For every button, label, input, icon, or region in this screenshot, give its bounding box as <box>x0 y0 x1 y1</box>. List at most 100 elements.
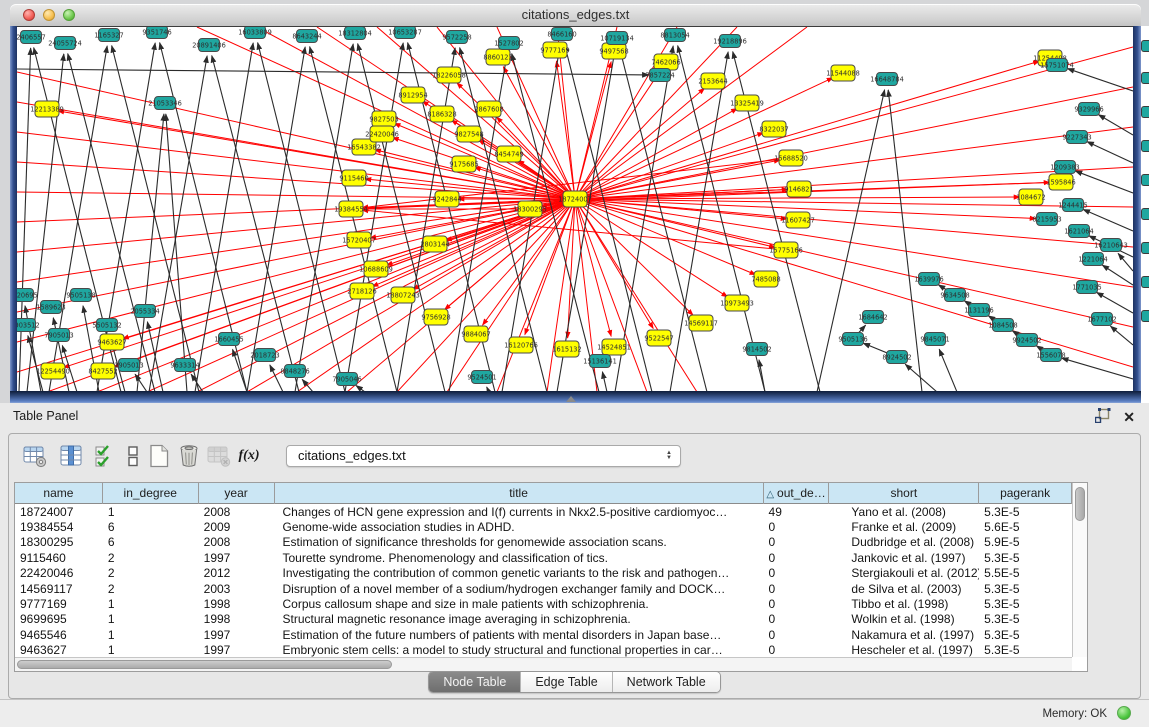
graph-node[interactable]: 9524501 <box>467 371 496 384</box>
graph-node[interactable]: 9329966 <box>1074 103 1103 116</box>
tab-network-table[interactable]: Network Table <box>612 672 720 692</box>
vertical-scrollbar-thumb[interactable] <box>1075 487 1085 521</box>
graph-node[interactable]: 8215953 <box>1032 213 1061 226</box>
graph-node[interactable]: 9572258 <box>442 31 471 44</box>
graph-node[interactable]: 2903512 <box>17 319 40 332</box>
graph-node[interactable]: 9777169 <box>540 42 569 58</box>
graph-node[interactable]: 8186328 <box>427 106 456 122</box>
table-row[interactable]: 1830029562008Estimation of significance … <box>15 535 1072 550</box>
graph-node[interactable]: 10688609 <box>359 261 393 277</box>
graph-node[interactable]: 2055334 <box>130 305 159 318</box>
graph-node[interactable]: 8860123 <box>483 49 512 65</box>
graph-node[interactable]: 1131196 <box>964 304 993 317</box>
table-row[interactable]: 977716911998Corpus callosum shape and si… <box>15 596 1072 611</box>
table-row[interactable]: 1938455462009Genome-wide association stu… <box>15 519 1072 534</box>
graph-node[interactable]: 1905013 <box>114 359 143 372</box>
graph-node[interactable]: 7857224 <box>645 69 674 82</box>
graph-node[interactable]: 1595846 <box>1046 174 1075 190</box>
network-canvas[interactable]: 1872400788601231822605889129549827503165… <box>17 26 1133 391</box>
graph-node[interactable]: 18226058 <box>432 67 466 83</box>
graph-node[interactable]: 18724007 <box>558 191 592 207</box>
graph-node[interactable]: 1209383 <box>1050 161 1079 174</box>
graph-node[interactable]: 9845071 <box>920 333 949 346</box>
column-header-title[interactable]: title <box>275 483 764 504</box>
graph-node[interactable]: 2867608 <box>474 101 503 117</box>
graph-node[interactable]: 1639976 <box>914 273 943 286</box>
graph-node[interactable]: 9522547 <box>644 330 673 346</box>
graph-node[interactable]: 22420046 <box>365 126 399 142</box>
selection-mode-icon[interactable] <box>119 441 147 471</box>
graph-node[interactable]: 19218896 <box>713 35 747 48</box>
graph-node[interactable]: 2803144 <box>420 236 449 252</box>
graph-node[interactable]: 15775166 <box>769 242 803 258</box>
graph-node[interactable]: 8427552 <box>88 363 117 379</box>
graph-node[interactable]: 1660455 <box>214 333 243 346</box>
column-header-pagerank[interactable]: pagerank <box>979 483 1072 504</box>
graph-node[interactable]: 15688520 <box>774 150 808 166</box>
graph-node[interactable]: 7905046 <box>332 373 361 386</box>
graph-node[interactable]: 1677102 <box>1087 313 1116 326</box>
table-row[interactable]: 2242004622012Investigating the contribut… <box>15 566 1072 581</box>
float-panel-button[interactable] <box>1095 408 1111 426</box>
graph-node[interactable]: 7462066 <box>651 54 680 70</box>
graph-node[interactable]: 15720407 <box>342 232 376 248</box>
graph-node[interactable]: 9827503 <box>369 111 398 127</box>
graph-node[interactable]: 9227343 <box>1062 131 1091 144</box>
table-row[interactable]: 1456911722003Disruption of a novel membe… <box>15 581 1072 596</box>
graph-node[interactable]: 1084508 <box>988 319 1017 332</box>
graph-node[interactable]: 9351746 <box>142 27 171 39</box>
graph-node[interactable]: 1621064 <box>1064 225 1093 238</box>
splitter-handle[interactable] <box>566 396 576 402</box>
table-row[interactable]: 1872400712008Changes of HCN gene express… <box>15 504 1072 519</box>
graph-node[interactable]: 10973493 <box>720 295 754 311</box>
delete-column-icon[interactable] <box>175 441 203 471</box>
graph-node[interactable]: 15136141 <box>583 355 617 368</box>
column-header-name[interactable]: name <box>15 483 103 504</box>
graph-node[interactable]: 9924502 <box>1012 334 1041 347</box>
graph-node[interactable]: 12213389 <box>30 101 64 117</box>
table-mode-icon[interactable] <box>21 441 49 471</box>
column-header-out_de[interactable]: △out_de… <box>764 483 830 504</box>
graph-node[interactable]: 9463627 <box>97 334 126 350</box>
graph-node[interactable]: 1527802 <box>494 37 523 50</box>
column-header-in_degree[interactable]: in_degree <box>103 483 199 504</box>
graph-node[interactable]: 9756928 <box>421 309 450 325</box>
graph-node[interactable]: 14569117 <box>684 315 718 331</box>
graph-node[interactable]: 24055724 <box>48 37 82 50</box>
function-builder-icon[interactable]: f(x) <box>235 441 263 471</box>
graph-node[interactable]: 8322037 <box>759 121 788 137</box>
graph-node[interactable]: 1684642 <box>858 311 887 324</box>
graph-node[interactable]: 2520695 <box>17 289 38 302</box>
table-row[interactable]: 946362711997Embryonic stem cells: a mode… <box>15 643 1072 657</box>
graph-node[interactable]: 14524851 <box>597 339 631 355</box>
create-column-icon[interactable] <box>145 441 173 471</box>
graph-node[interactable]: 9497568 <box>599 43 628 59</box>
graph-node[interactable]: 9175685 <box>449 156 478 172</box>
graph-node[interactable]: 1221064 <box>1078 253 1107 266</box>
table-row[interactable]: 946554611997Estimation of the future num… <box>15 627 1072 642</box>
close-panel-button[interactable]: ✕ <box>1123 409 1135 425</box>
graph-node[interactable]: 2406557 <box>17 31 46 44</box>
graph-node[interactable]: 8466160 <box>547 28 576 41</box>
tab-node-table[interactable]: Node Table <box>429 672 520 692</box>
graph-node[interactable]: 2718126 <box>347 283 376 299</box>
graph-node[interactable]: 11607427 <box>781 212 815 228</box>
table-selector[interactable]: citations_edges.txt ▲▼ <box>286 445 681 467</box>
graph-node[interactable]: 9814502 <box>742 343 771 356</box>
graph-node[interactable]: 9242844 <box>432 191 461 207</box>
show-columns-icon[interactable] <box>57 441 85 471</box>
graph-node[interactable]: 1589623 <box>36 301 65 314</box>
column-header-short[interactable]: short <box>829 483 979 504</box>
graph-node[interactable]: 16033809 <box>238 27 272 39</box>
select-all-icon[interactable] <box>91 441 119 471</box>
table-row[interactable]: 969969511998Structural magnetic resonanc… <box>15 612 1072 627</box>
graph-node[interactable]: 12254490 <box>36 363 70 379</box>
graph-node[interactable]: 8924502 <box>882 351 911 364</box>
graph-node[interactable]: 11544088 <box>826 65 860 81</box>
graph-node[interactable]: 1244415 <box>1058 199 1087 212</box>
graph-node[interactable]: 8848276 <box>280 365 309 378</box>
graph-node[interactable]: 8813054 <box>660 29 689 42</box>
graph-node[interactable]: 2018723 <box>250 349 279 362</box>
graph-node[interactable]: 7485088 <box>751 271 780 287</box>
graph-node[interactable]: 8643244 <box>292 30 321 43</box>
